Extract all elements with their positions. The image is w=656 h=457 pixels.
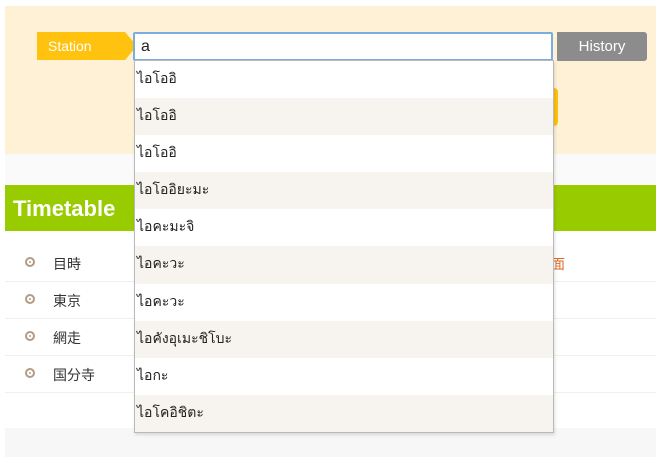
suggestion-item[interactable]: ไอคะวะ [135, 284, 553, 321]
suggestion-item[interactable]: ไอโออิ [135, 98, 553, 136]
timetable-title: Timetable [13, 196, 116, 221]
suggestion-item[interactable]: ไอโออิยะมะ [135, 172, 553, 210]
suggestion-item[interactable]: ไอคะวะ [135, 246, 553, 284]
suggestion-item[interactable]: ไอโออิ [135, 61, 553, 98]
station-name: 目時 [53, 257, 81, 273]
bullet-icon [25, 257, 35, 267]
history-button[interactable]: History [557, 32, 647, 61]
bullet-icon [25, 331, 35, 341]
bullet-icon [25, 368, 35, 378]
station-name: 東京 [53, 294, 81, 310]
station-name: 網走 [53, 331, 81, 347]
station-label: Station [37, 32, 137, 60]
suggestion-item[interactable]: ไอคังอุเมะชิโบะ [135, 320, 553, 358]
suggestion-item[interactable]: ไอโออิ [135, 135, 553, 172]
bullet-icon [25, 294, 35, 304]
suggestion-item[interactable]: ไอโคอิชิตะ [135, 394, 553, 432]
suggestion-item[interactable]: ไอกะ [135, 358, 553, 395]
station-name: 国分寺 [53, 368, 95, 384]
suggestion-item[interactable]: ไอคะมะจิ [135, 209, 553, 246]
autocomplete-dropdown: ไอโออิ ไอโออิ ไอโออิ ไอโออิยะมะ ไอคะมะจิ… [134, 60, 554, 433]
page: Station History Timetable 目時 面 東京 網走 国分寺… [0, 0, 656, 457]
station-search-input[interactable] [133, 32, 553, 61]
